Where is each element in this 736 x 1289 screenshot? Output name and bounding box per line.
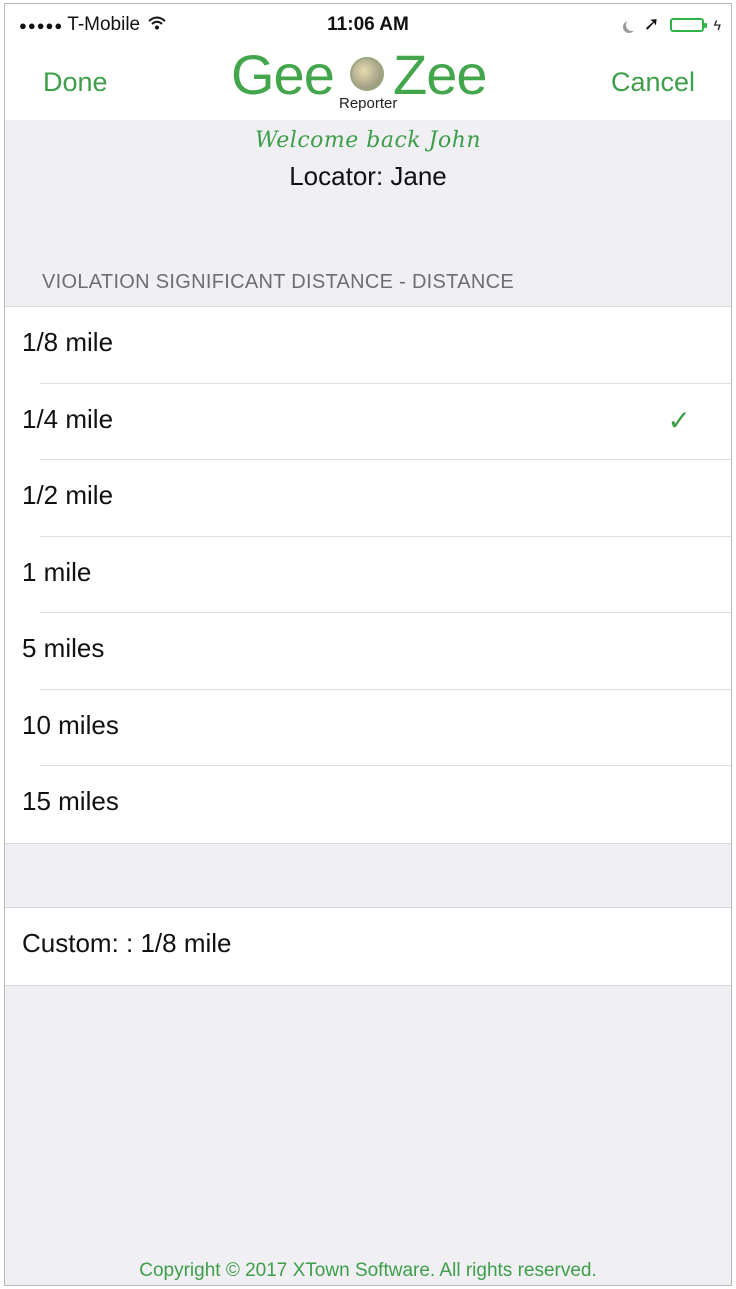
distance-option-label: 15 miles <box>22 786 119 816</box>
welcome-block: Welcome back John Locator: Jane <box>5 120 731 192</box>
battery-icon <box>669 17 707 32</box>
logo-text-right: Zee <box>393 43 487 106</box>
custom-distance-label: Custom: : 1/8 mile <box>22 928 232 958</box>
distance-option-row[interactable]: 1 mile <box>5 537 731 613</box>
distance-option-label: 1/2 mile <box>22 480 114 510</box>
navigation-bar: Done Gee Zee Reporter Cancel <box>5 43 731 120</box>
location-arrow-icon: ➚ <box>643 14 660 35</box>
distance-options-list: 1/8 mile 1/4 mile ✓ 1/2 mile 1 mile 5 miles 10… <box>5 306 731 844</box>
logo-subtitle: Reporter <box>339 95 398 112</box>
distance-option-row[interactable]: 1/8 mile <box>5 307 731 384</box>
globe-icon <box>350 57 384 91</box>
distance-option-row[interactable]: 1/2 mile <box>5 460 731 537</box>
status-bar: ●●●●● T-Mobile 11:06 AM ➚ ϟ <box>5 4 731 44</box>
locator-label: Locator: Jane <box>289 161 447 191</box>
distance-option-row[interactable]: 10 miles <box>5 690 731 766</box>
distance-option-label: 1 mile <box>22 556 92 587</box>
cancel-button[interactable]: Cancel <box>611 67 695 98</box>
custom-section: Custom: : 1/8 mile <box>5 907 731 986</box>
section-header: VIOLATION SIGNIFICANT DISTANCE - DISTANC… <box>42 271 514 293</box>
copyright-footer: Copyright © 2017 XTown Software. All rig… <box>139 1260 597 1281</box>
logo-text-left: Gee <box>231 43 335 106</box>
custom-distance-row[interactable]: Custom: : 1/8 mile <box>5 908 731 985</box>
done-button[interactable]: Done <box>43 67 108 98</box>
distance-option-label: 1/4 mile <box>22 403 114 434</box>
geezee-logo: Gee Zee Reporter <box>231 43 521 118</box>
distance-option-label: 1/8 mile <box>22 327 114 357</box>
distance-option-label: 10 miles <box>22 709 119 740</box>
phone-screen: ●●●●● T-Mobile 11:06 AM ➚ ϟ Done Gee Zee… <box>4 3 732 1286</box>
distance-option-row[interactable]: 15 miles <box>5 766 731 843</box>
moon-icon <box>626 19 638 31</box>
distance-option-row[interactable]: 5 miles <box>5 613 731 690</box>
checkmark-icon: ✓ <box>667 404 691 436</box>
status-indicators: ➚ ϟ <box>622 13 721 36</box>
distance-option-row[interactable]: 1/4 mile ✓ <box>5 384 731 460</box>
distance-option-label: 5 miles <box>22 633 105 663</box>
welcome-message: Welcome back John <box>254 128 482 153</box>
charging-bolt-icon: ϟ <box>713 16 721 33</box>
